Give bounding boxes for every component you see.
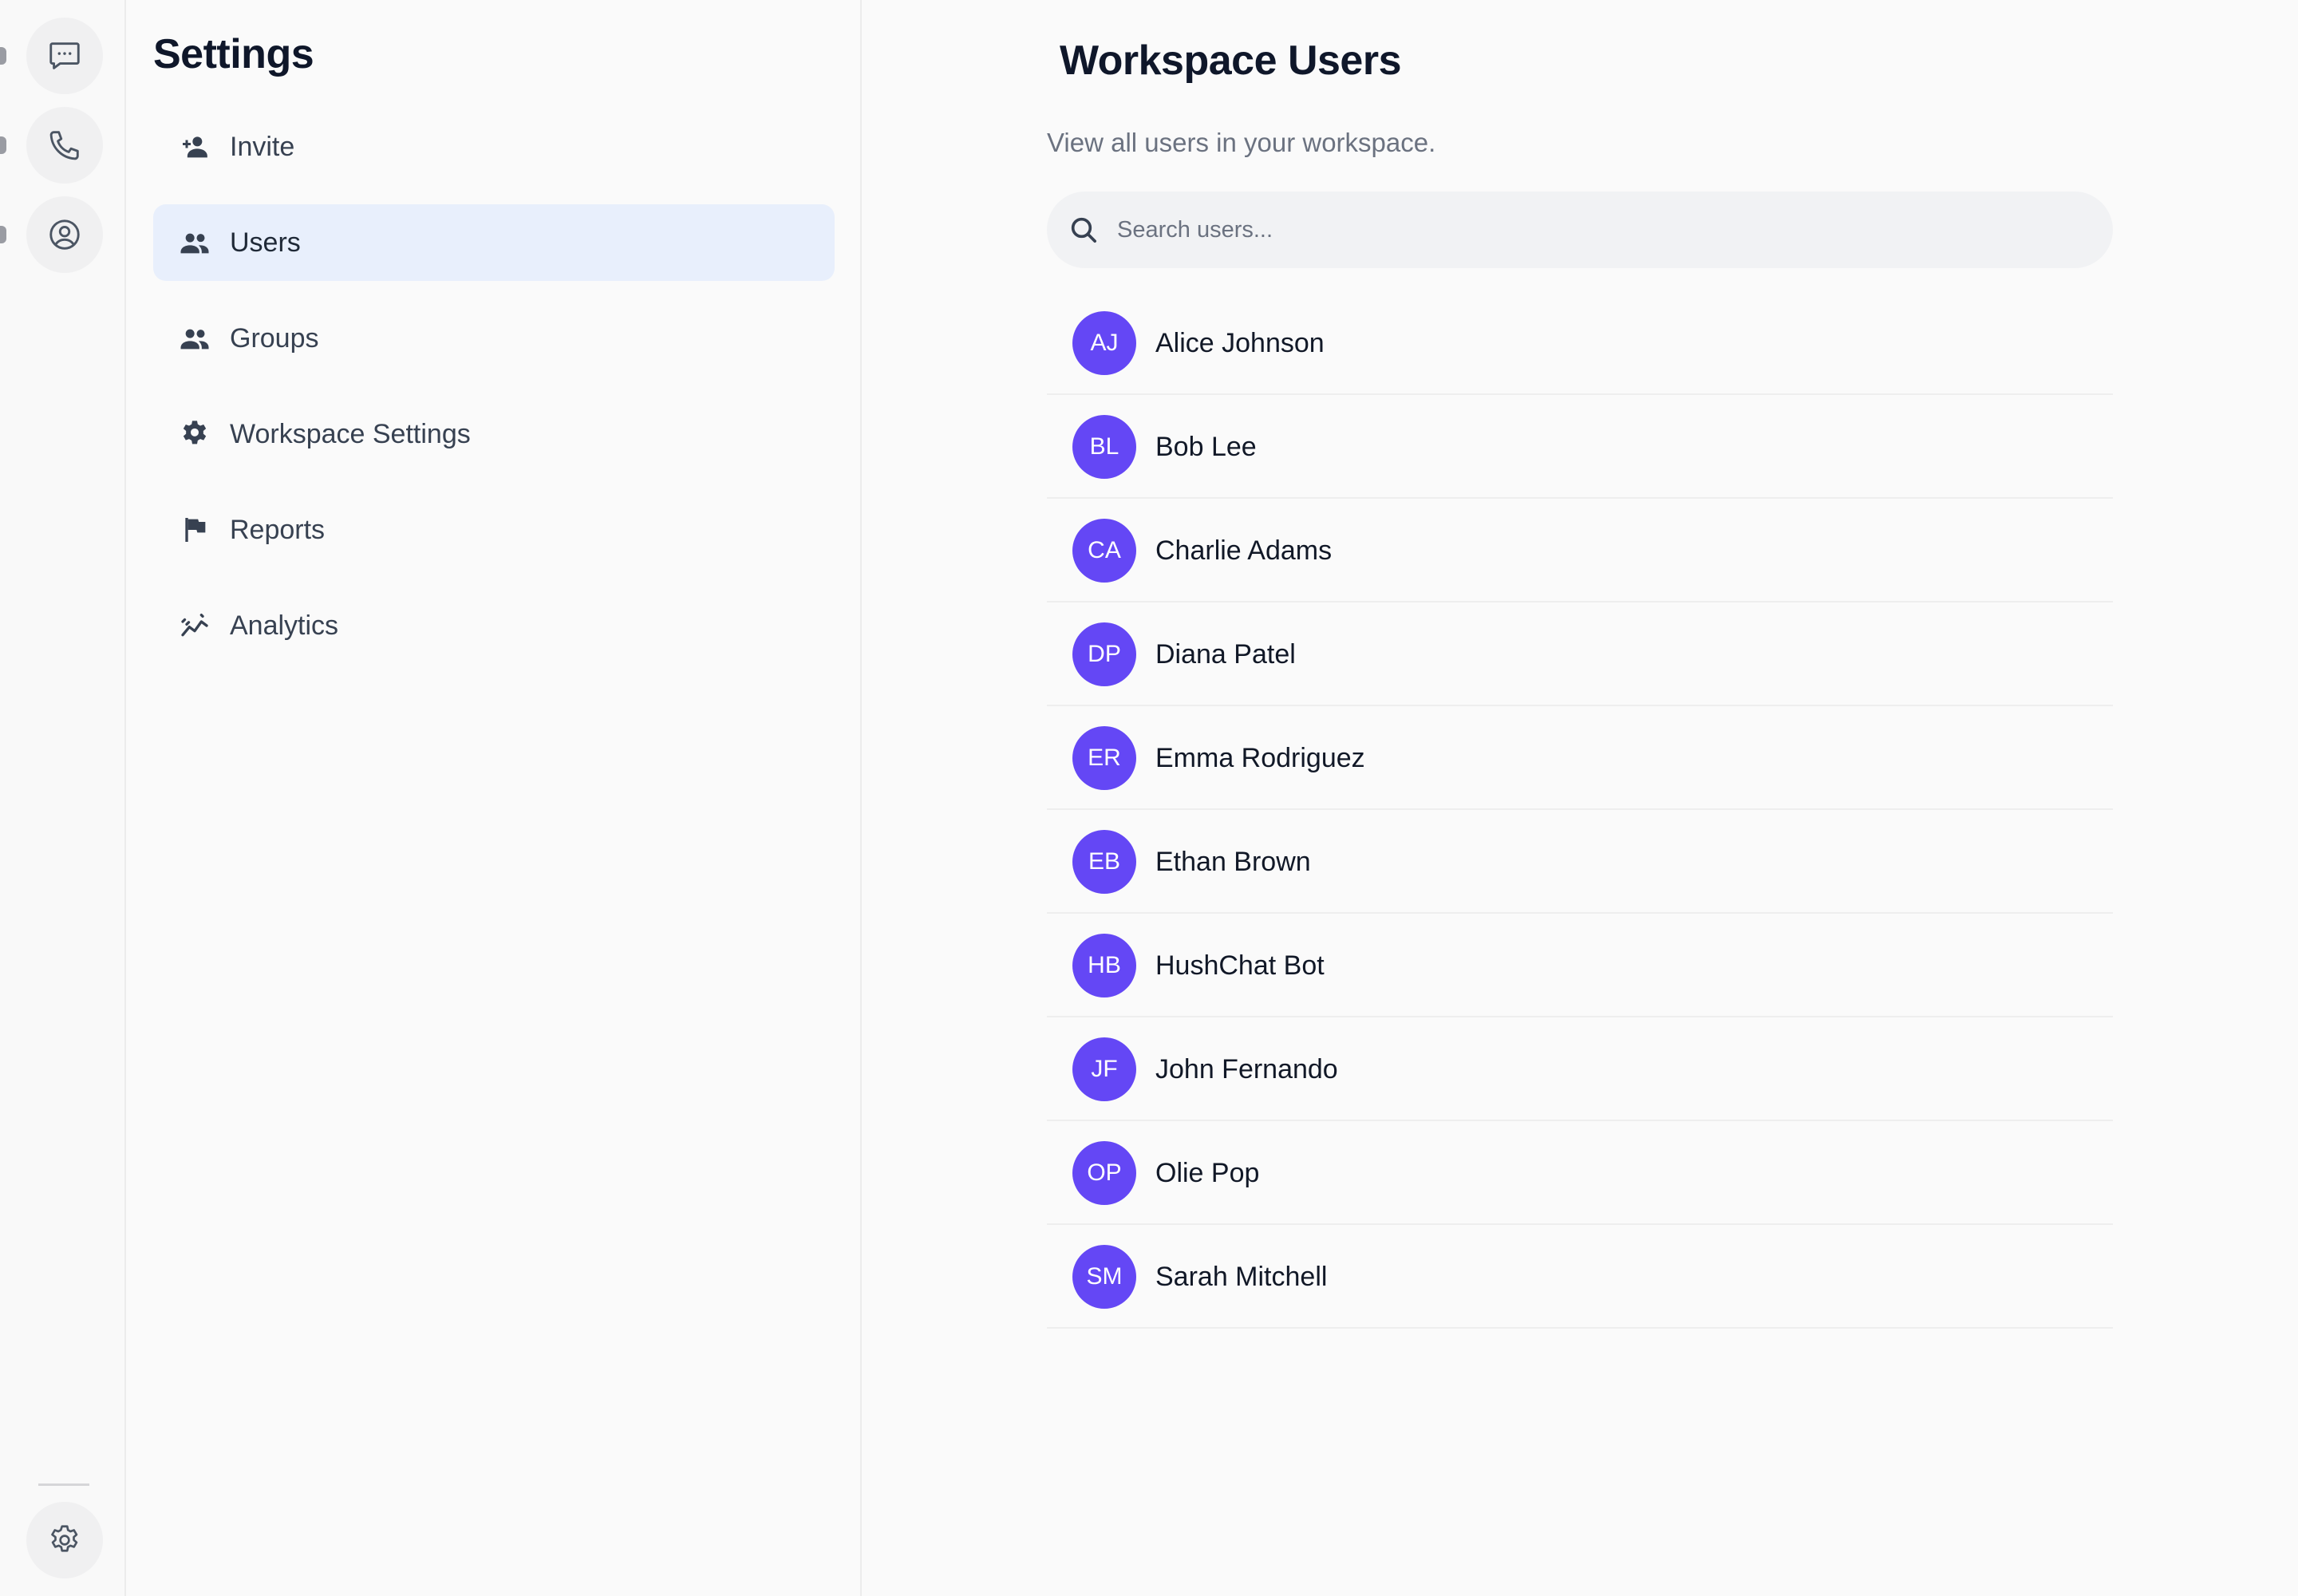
search-input[interactable] — [1115, 215, 2076, 244]
user-name: Emma Rodriguez — [1155, 742, 1365, 773]
user-circle-icon — [49, 219, 80, 250]
search-icon — [1071, 217, 1096, 243]
gear-icon — [51, 1525, 78, 1552]
avatar: EB — [1072, 830, 1136, 894]
avatar: JF — [1072, 1037, 1136, 1101]
analytics-icon — [177, 608, 212, 643]
user-name: Sarah Mitchell — [1155, 1261, 1328, 1292]
user-list: AJ Alice Johnson BL Bob Lee CA Charlie A… — [1047, 293, 2113, 1330]
user-row[interactable]: ER Emma Rodriguez — [1047, 708, 2113, 810]
people-icon — [177, 225, 212, 260]
gear-icon — [177, 417, 212, 452]
avatar: ER — [1072, 726, 1136, 790]
avatar: OP — [1072, 1141, 1136, 1205]
sidebar-item-reports[interactable]: Reports — [153, 492, 835, 568]
user-name: HushChat Bot — [1155, 950, 1325, 981]
sidebar-item-label: Invite — [230, 131, 295, 162]
user-row[interactable]: SM Sarah Mitchell — [1047, 1227, 2113, 1329]
page-subtitle: View all users in your workspace. — [1047, 128, 1436, 157]
sidebar-item-users[interactable]: Users — [153, 204, 835, 281]
chats-button[interactable] — [26, 18, 103, 94]
avatar: AJ — [1072, 311, 1136, 375]
sidebar-item-label: Reports — [230, 514, 326, 545]
user-row[interactable]: HB HushChat Bot — [1047, 915, 2113, 1017]
user-name: Diana Patel — [1155, 638, 1296, 670]
rail-indicator — [0, 47, 6, 65]
user-row[interactable]: EB Ethan Brown — [1047, 812, 2113, 914]
icon-rail — [0, 0, 126, 1596]
sidebar-item-label: Users — [230, 227, 301, 258]
people-icon — [177, 321, 212, 356]
phone-icon — [49, 131, 79, 160]
user-row[interactable]: JF John Fernando — [1047, 1019, 2113, 1121]
sidebar-item-invite[interactable]: Invite — [153, 109, 835, 185]
profile-button[interactable] — [26, 196, 103, 273]
avatar: CA — [1072, 519, 1136, 583]
rail-indicator — [0, 136, 6, 154]
page-title: Workspace Users — [1060, 38, 1402, 84]
search-bar[interactable] — [1047, 192, 2113, 268]
avatar: HB — [1072, 934, 1136, 998]
user-row[interactable]: DP Diana Patel — [1047, 604, 2113, 706]
sidebar-item-analytics[interactable]: Analytics — [153, 587, 835, 664]
app-window: Settings Invite Users Groups Workspace S… — [0, 0, 2298, 1596]
user-name: Alice Johnson — [1155, 327, 1325, 358]
calls-button[interactable] — [26, 107, 103, 184]
flag-icon — [177, 512, 212, 547]
sidebar-item-label: Analytics — [230, 610, 339, 641]
avatar: BL — [1072, 415, 1136, 479]
user-row[interactable]: AJ Alice Johnson — [1047, 293, 2113, 395]
user-row[interactable]: OP Olie Pop — [1047, 1123, 2113, 1225]
sidebar-item-groups[interactable]: Groups — [153, 300, 835, 377]
user-name: John Fernando — [1155, 1053, 1338, 1084]
chat-bubble-icon — [49, 42, 80, 69]
user-row[interactable]: BL Bob Lee — [1047, 397, 2113, 499]
rail-divider — [38, 1483, 89, 1486]
user-name: Charlie Adams — [1155, 535, 1333, 566]
sidebar-title: Settings — [153, 31, 314, 77]
settings-button[interactable] — [26, 1502, 103, 1578]
settings-sidebar: Settings Invite Users Groups Workspace S… — [126, 0, 862, 1596]
person-add-icon — [177, 129, 212, 164]
sidebar-item-label: Workspace Settings — [230, 418, 471, 449]
user-row[interactable]: CA Charlie Adams — [1047, 500, 2113, 602]
main-panel: Workspace Users View all users in your w… — [862, 0, 2298, 1596]
sidebar-item-workspace-settings[interactable]: Workspace Settings — [153, 396, 835, 472]
user-name: Bob Lee — [1155, 431, 1257, 462]
avatar: SM — [1072, 1245, 1136, 1309]
user-name: Olie Pop — [1155, 1157, 1260, 1188]
user-name: Ethan Brown — [1155, 846, 1311, 877]
sidebar-item-label: Groups — [230, 322, 319, 354]
rail-indicator — [0, 226, 6, 243]
avatar: DP — [1072, 622, 1136, 686]
